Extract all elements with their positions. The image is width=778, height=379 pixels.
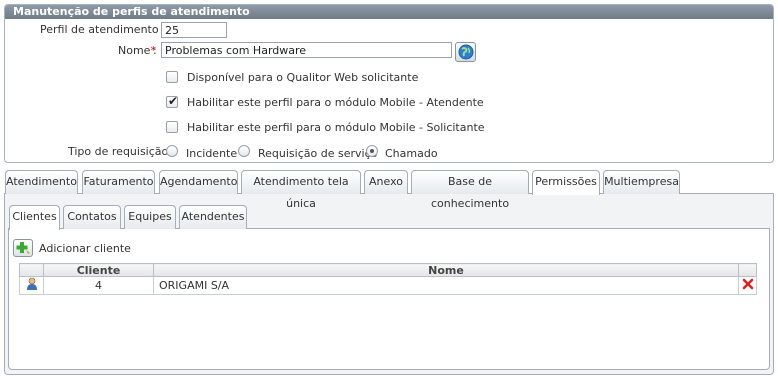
panel-title: Manutenção de perfis de atendimento xyxy=(5,5,773,19)
radio-chamado[interactable] xyxy=(366,145,378,157)
radio-selected-dot xyxy=(370,149,374,153)
tab-anexo[interactable]: Anexo xyxy=(364,170,408,194)
radio-incidente-label: Incidente xyxy=(186,147,238,160)
tab-base-conhecimento[interactable]: Base de conhecimento xyxy=(411,170,529,210)
checkbox-mobile-atendente-label: Habilitar este perfil para o módulo Mobi… xyxy=(187,96,484,109)
nome-label: Nome* xyxy=(118,44,156,57)
add-client-button[interactable] xyxy=(13,239,33,257)
tipo-label: Tipo de requisição : xyxy=(68,145,176,158)
tab-permissoes[interactable]: Permissões xyxy=(532,170,600,195)
radio-chamado-label: Chamado xyxy=(385,147,438,160)
clients-table: Cliente Nome 4 ORIGAMI S/A xyxy=(19,263,757,295)
header-icon-col xyxy=(19,263,44,277)
translate-button[interactable] xyxy=(455,42,476,62)
perfil-input[interactable] xyxy=(161,22,227,38)
subtab-atendentes[interactable]: Atendentes xyxy=(179,205,247,229)
nome-input[interactable] xyxy=(161,42,452,58)
checkbox-mobile-solicitante-label: Habilitar este perfil para o módulo Mobi… xyxy=(187,121,485,134)
table-row[interactable]: 4 ORIGAMI S/A xyxy=(19,276,757,295)
user-icon xyxy=(26,277,37,290)
add-client-label[interactable]: Adicionar cliente xyxy=(39,242,131,255)
globe-icon xyxy=(458,44,473,60)
delete-icon[interactable] xyxy=(742,278,754,290)
radio-requisicao-label: Requisição de serviço xyxy=(258,147,378,160)
table-header-row: Cliente Nome xyxy=(19,263,757,277)
radio-requisicao[interactable] xyxy=(238,145,250,157)
delete-cell[interactable] xyxy=(738,276,757,295)
subtab-equipes[interactable]: Equipes xyxy=(124,205,176,229)
cell-cliente: 4 xyxy=(43,276,154,295)
checkbox-mobile-atendente[interactable]: ✔ xyxy=(166,94,179,108)
header-action-col xyxy=(738,263,757,277)
subtab-clientes[interactable]: Clientes xyxy=(9,205,60,230)
tab-atendimento-tela-unica[interactable]: Atendimento tela única xyxy=(241,170,361,210)
radio-incidente[interactable] xyxy=(166,145,178,157)
nome-colon: : xyxy=(153,44,157,57)
checkbox-qualitor-web[interactable] xyxy=(166,71,178,83)
cell-nome: ORIGAMI S/A xyxy=(153,276,739,295)
tab-faturamento[interactable]: Faturamento xyxy=(82,170,155,194)
add-client-icon xyxy=(16,242,30,254)
header-nome[interactable]: Nome xyxy=(153,263,739,277)
tab-agendamento[interactable]: Agendamento xyxy=(159,170,238,194)
tab-atendimento[interactable]: Atendimento xyxy=(5,170,78,194)
checkbox-qualitor-web-label: Disponível para o Qualitor Web solicitan… xyxy=(187,71,419,84)
perfil-label: Perfil de atendimento : xyxy=(40,23,166,36)
check-icon: ✔ xyxy=(168,94,179,108)
user-icon-cell xyxy=(19,276,44,295)
subtab-contatos[interactable]: Contatos xyxy=(63,205,121,229)
header-cliente[interactable]: Cliente xyxy=(43,263,154,277)
tab-multiempresa[interactable]: Multiempresa xyxy=(603,170,680,194)
checkbox-mobile-solicitante[interactable] xyxy=(166,121,178,133)
